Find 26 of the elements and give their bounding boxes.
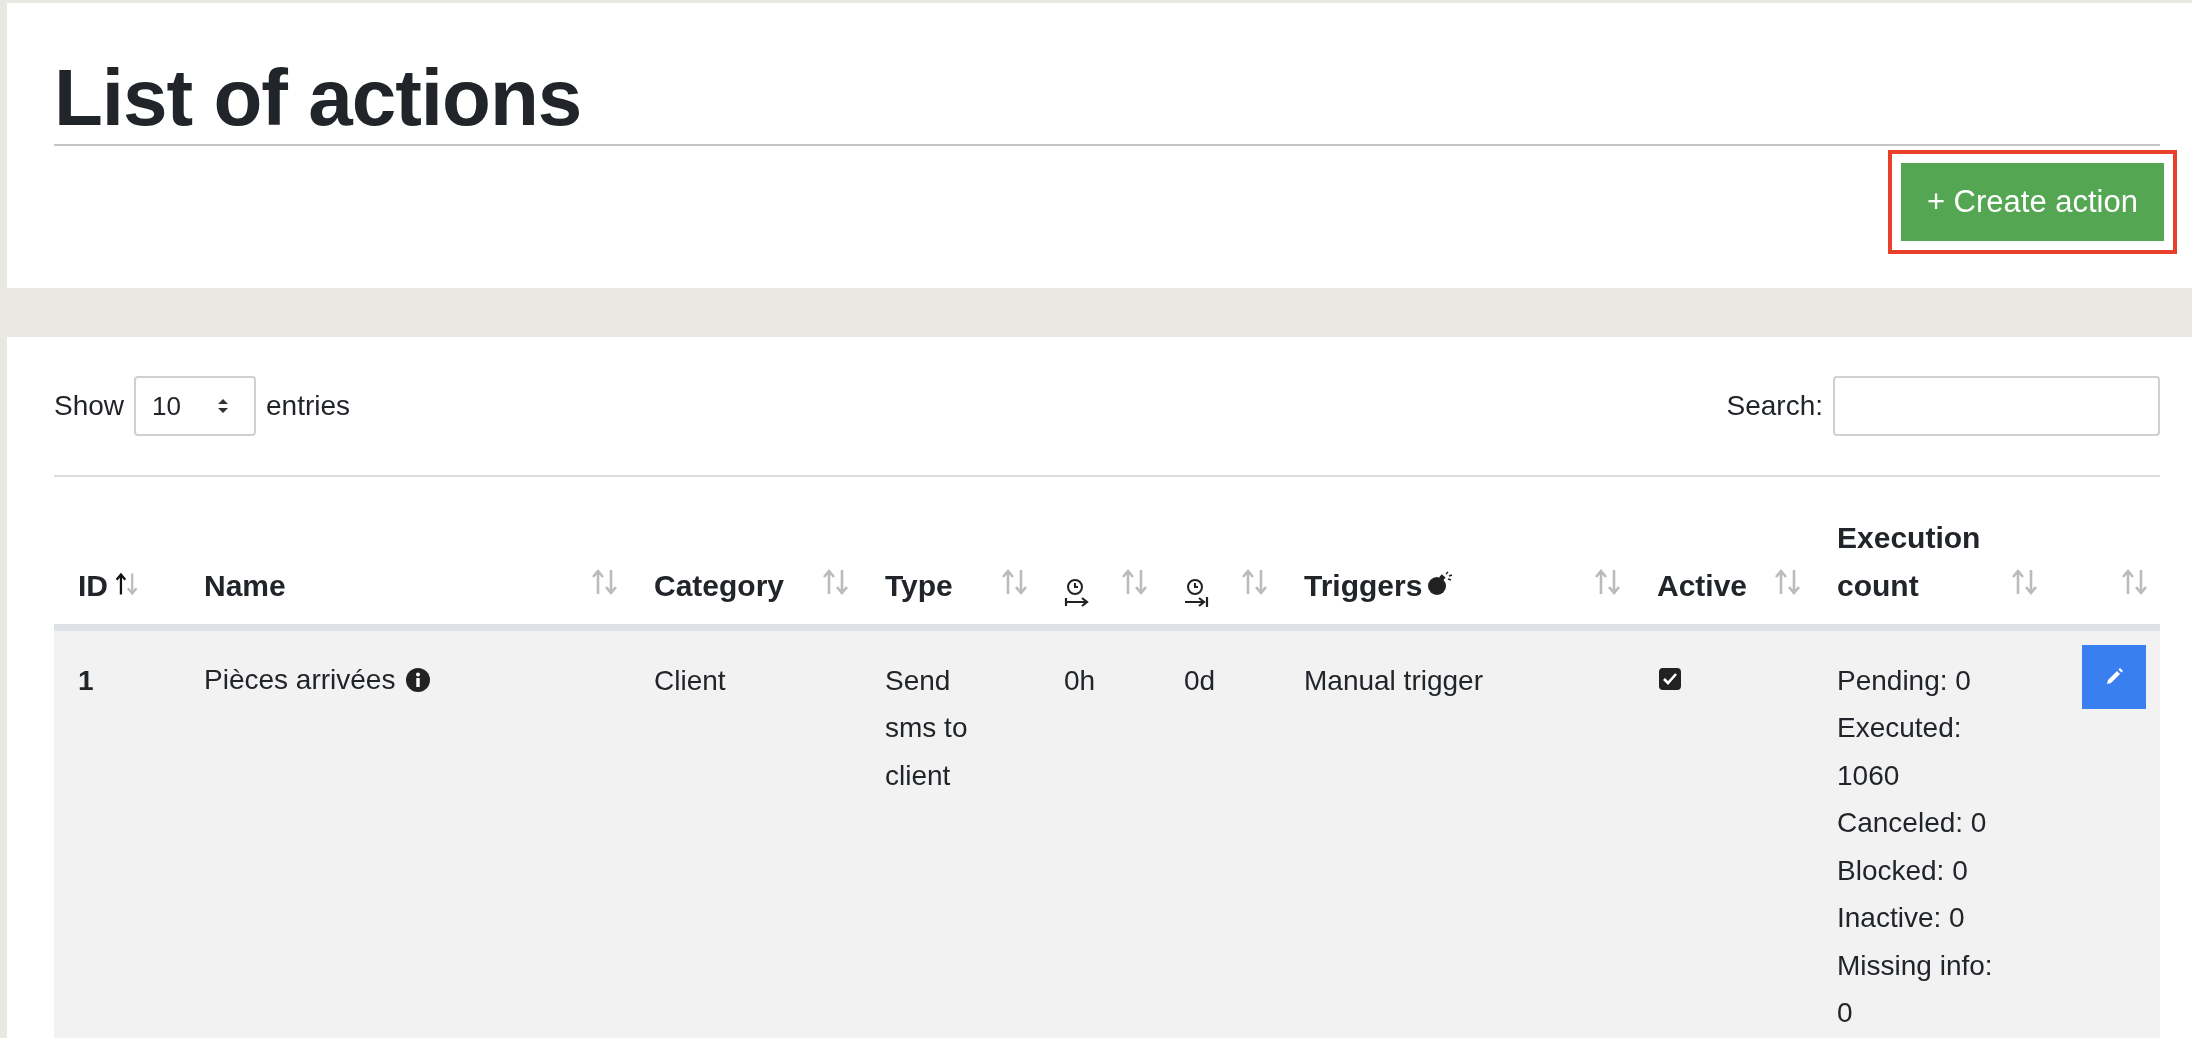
page-title: List of actions (54, 3, 2160, 146)
type-cell-text: Send sms to client (885, 663, 969, 793)
entries-select[interactable]: 10 (134, 376, 257, 436)
execution-count-line: Canceled: 0 (1837, 806, 1988, 840)
entries-label: entries (266, 390, 351, 422)
show-label: Show (54, 390, 125, 422)
search-field[interactable] (1833, 376, 2160, 436)
triggers-cell: Manual trigger (1304, 664, 1483, 696)
id-cell: 1 (78, 664, 94, 696)
bomb-icon (1426, 569, 1455, 598)
search-label: Search: (1726, 390, 1823, 422)
clock-arrow-icon (1184, 577, 1210, 610)
execution-count-line: Blocked: 0 (1837, 853, 1969, 888)
execution-count-line: Missing info: 0 (1837, 948, 1994, 1030)
table-cell: 0d (1184, 664, 1216, 696)
execution-count-line: Inactive: 0 (1837, 901, 1966, 935)
up-down-caret-icon (216, 396, 231, 416)
table-cell: 0h (1064, 664, 1096, 696)
execution-count-line: Executed: 1060 (1837, 711, 1963, 793)
name-cell-text: Pièces arrivées (204, 663, 396, 698)
execution-count-line: Pending: 0 (1837, 663, 1972, 698)
category-cell: Client (654, 664, 726, 696)
clock-arrow-icon (1064, 577, 1090, 610)
checkmark-icon (1662, 671, 1678, 686)
active-checkbox[interactable] (1659, 667, 1681, 690)
edit-button[interactable] (2082, 644, 2146, 709)
